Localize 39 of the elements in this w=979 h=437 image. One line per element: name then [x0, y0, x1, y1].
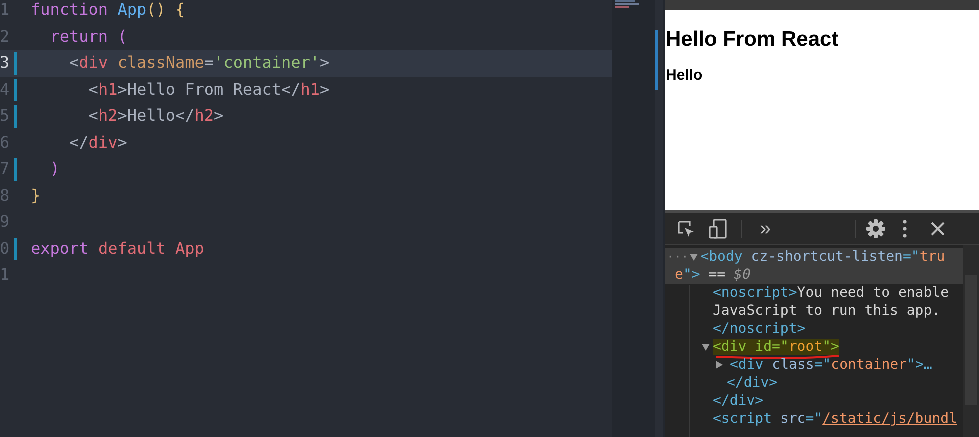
page-heading: Hello From React [666, 27, 840, 53]
highlighted-dom-node[interactable]: <div id="root"> [713, 339, 840, 355]
code-line: return ( [49, 26, 128, 46]
dom-node-text[interactable]: </div> [713, 393, 764, 409]
more-options-icon[interactable] [903, 220, 908, 238]
dom-node-text[interactable]: <body cz-shortcut-listen="tru [700, 249, 946, 265]
line-number: 7 [0, 158, 11, 180]
code-line: <h2>Hello</h2> [88, 106, 224, 125]
dom-node-text[interactable]: <script src="/static/js/bundl [713, 411, 958, 427]
line-number: 2 [0, 26, 11, 48]
line-number: 1 [0, 264, 11, 286]
code-line: } [31, 186, 41, 204]
device-toggle-icon[interactable] [709, 218, 727, 238]
line-number: 0 [0, 238, 11, 260]
code-line: export default App [31, 238, 204, 258]
line-number: 9 [0, 211, 11, 233]
minimap-preview-drawing [615, 0, 641, 9]
dom-node-text[interactable]: <div class="container">… [730, 357, 932, 373]
code-line: <div className='container'> [68, 53, 330, 72]
more-tabs-button[interactable]: » [760, 218, 772, 238]
code-line: </div> [68, 132, 128, 152]
code-line: ) [49, 159, 60, 178]
scrollbar[interactable] [963, 245, 979, 437]
line-number: 3 [0, 52, 11, 74]
code-line: <h1>Hello From React</h1> [88, 80, 330, 98]
dom-node-text[interactable]: </noscript> [713, 321, 806, 337]
line-number: 1 [0, 0, 11, 21]
scrollbar[interactable] [655, 0, 663, 437]
dom-node-text[interactable]: </div> [727, 375, 778, 391]
line-number: 4 [0, 78, 11, 100]
line-number: 5 [0, 105, 11, 127]
dom-node-text[interactable]: <noscript>You need to enable [713, 285, 950, 301]
page-subheading: Hello [666, 66, 704, 86]
dom-node-text[interactable]: JavaScript to run this app. [713, 303, 941, 319]
line-number: 8 [0, 184, 11, 206]
line-number: 6 [0, 132, 11, 154]
close-icon[interactable] [931, 222, 946, 236]
code-line: function App() { [31, 0, 186, 19]
inspect-element-icon[interactable] [677, 220, 695, 238]
